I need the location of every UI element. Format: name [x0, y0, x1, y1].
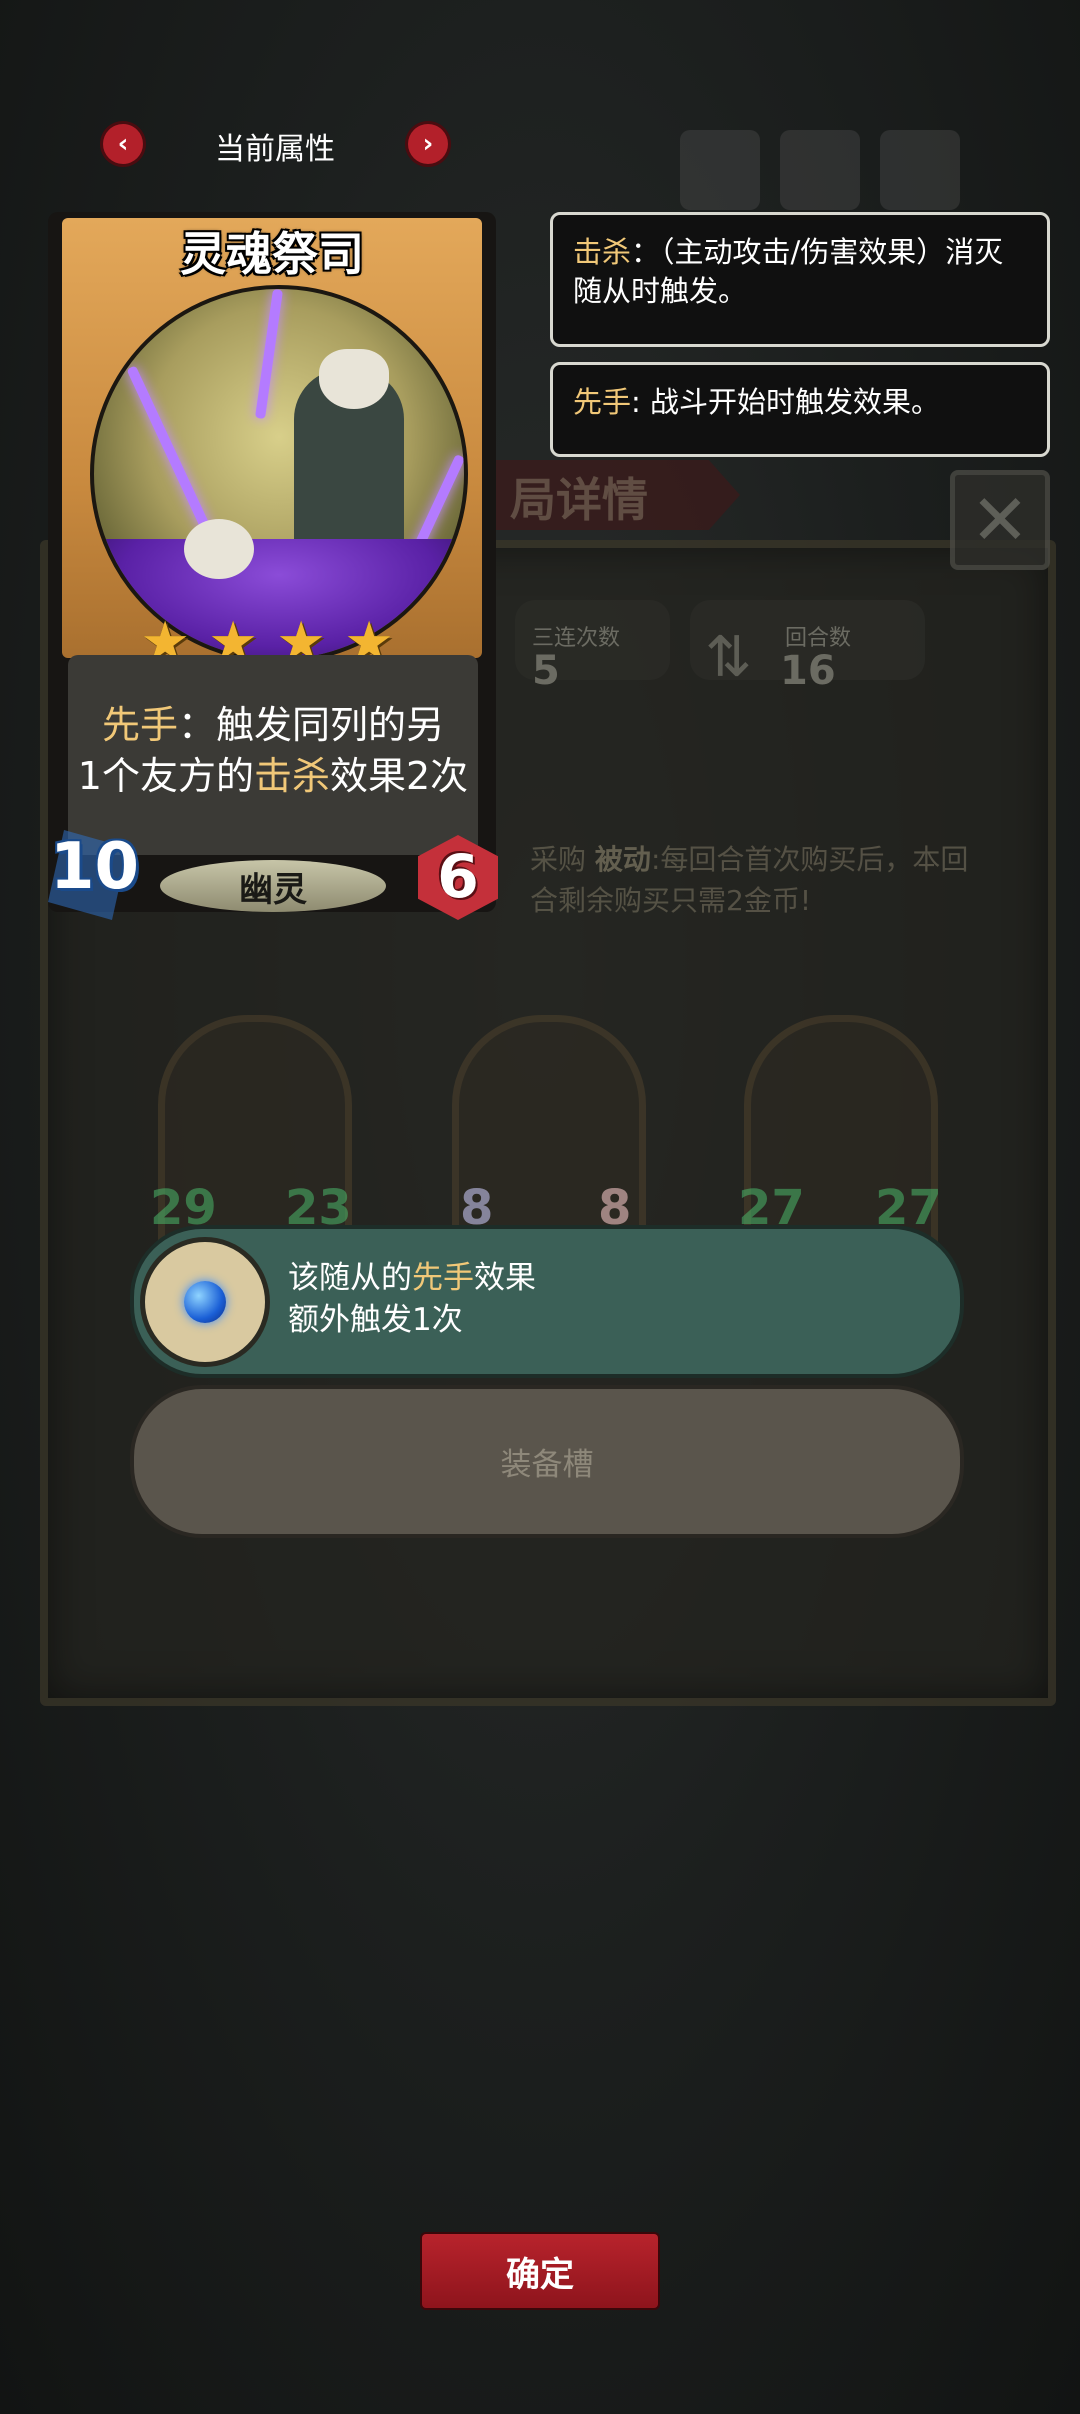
equipment-effect-text: 该随从的先手效果 额外触发1次 — [288, 1258, 536, 1342]
card-health: 6 — [437, 842, 479, 912]
background-close-icon: ✕ — [950, 470, 1050, 570]
card-attack: 10 — [50, 830, 140, 904]
blue-orb-icon — [184, 1281, 226, 1323]
background-passive-text: 采购 被动:每回合首次购买后，本回合剩余购买只需2金币! — [530, 840, 990, 921]
card-description: 先手：触发同列的另 1个友方的击杀效果2次 — [68, 700, 478, 803]
tooltip-keyword: 先手 — [573, 385, 632, 419]
background-header-title: 局详情 — [510, 473, 648, 527]
exit-icon — [880, 130, 960, 210]
passive-bold: 被动 — [594, 843, 651, 876]
equipment-keyword: 先手 — [412, 1260, 474, 1296]
speaker-icon — [680, 130, 760, 210]
equipment-line2: 额外触发1次 — [288, 1301, 463, 1338]
tooltip-keyword: 击杀 — [573, 235, 632, 269]
keyword-kill: 击杀 — [253, 754, 330, 799]
tooltip-text: ：（主动攻击/伤害效果）消灭随从时触发。 — [573, 235, 1004, 309]
keyword-first-strike: 先手 — [101, 703, 178, 747]
background-stat-value: 5 — [532, 648, 560, 694]
card-name: 灵魂祭司 — [180, 227, 364, 281]
equipment-line1-b: 效果 — [474, 1260, 536, 1296]
equipment-line1-a: 该随从的 — [288, 1260, 412, 1296]
equipment-icon[interactable] — [140, 1237, 270, 1367]
refresh-icon: ⇅ — [705, 625, 752, 690]
description-line2-b: 效果2次 — [330, 754, 469, 799]
card-tribe: 幽灵 — [160, 860, 386, 912]
next-arrow-button[interactable]: › — [408, 124, 448, 164]
confirm-button[interactable]: 确定 — [422, 2234, 658, 2308]
gear-icon — [780, 130, 860, 210]
tooltip-kill: 击杀：（主动攻击/伤害效果）消灭随从时触发。 — [550, 212, 1050, 347]
tooltip-text: : 战斗开始时触发效果。 — [631, 385, 941, 419]
background-toolbar-icons — [680, 130, 1060, 220]
description-line2-a: 1个友方的 — [77, 754, 254, 799]
background-stat-value: 16 — [780, 648, 836, 694]
page-title: 当前属性 — [215, 132, 335, 167]
passive-title: 采购 — [530, 843, 587, 876]
card-portrait — [90, 285, 468, 663]
description-line1: ：触发同列的另 — [178, 703, 445, 747]
tooltip-first-strike: 先手: 战斗开始时触发效果。 — [550, 362, 1050, 457]
prev-arrow-button[interactable]: ‹ — [103, 124, 143, 164]
equipment-slot-button[interactable]: 装备槽 — [130, 1385, 964, 1538]
